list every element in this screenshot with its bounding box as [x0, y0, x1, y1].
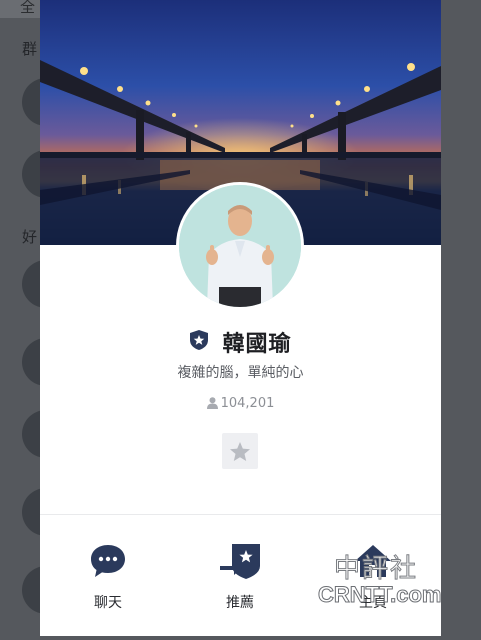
recommend-button-label: 推薦 [226, 595, 254, 611]
favorite-button[interactable] [222, 433, 258, 469]
watermark-bottom: CRNTT.com [317, 582, 442, 608]
watermark: 中評社 CRNTT.com [317, 548, 448, 618]
profile-name: 韓國瑜 [222, 332, 292, 357]
recommend-icon [220, 544, 260, 579]
shield-star-icon [189, 329, 209, 355]
recommend-button[interactable]: 推薦 [190, 540, 290, 612]
background-section-friends: 好 [22, 228, 38, 246]
background-tab: 全 [0, 0, 40, 18]
chat-button[interactable]: 聊天 [58, 540, 158, 612]
profile-card: 韓國瑜 複雜的腦，單純的心 104,201 聊天 推薦 主頁 [40, 0, 441, 636]
status-message: 複雜的腦，單純的心 [177, 365, 304, 381]
friend-count-value: 104,201 [220, 396, 275, 411]
person-icon [206, 397, 218, 409]
profile-avatar[interactable] [176, 182, 304, 310]
avatar-photo [179, 185, 301, 307]
divider [40, 514, 441, 515]
chat-button-label: 聊天 [94, 595, 122, 611]
chat-bubble-icon [91, 545, 125, 577]
profile-name-row: 韓國瑜 [40, 326, 441, 358]
friend-count: 104,201 [40, 396, 441, 411]
background-tab-label: 全 [20, 0, 36, 16]
background-section-groups: 群 [22, 40, 38, 58]
star-icon [230, 441, 250, 461]
watermark-top: 中評社 [333, 554, 419, 585]
